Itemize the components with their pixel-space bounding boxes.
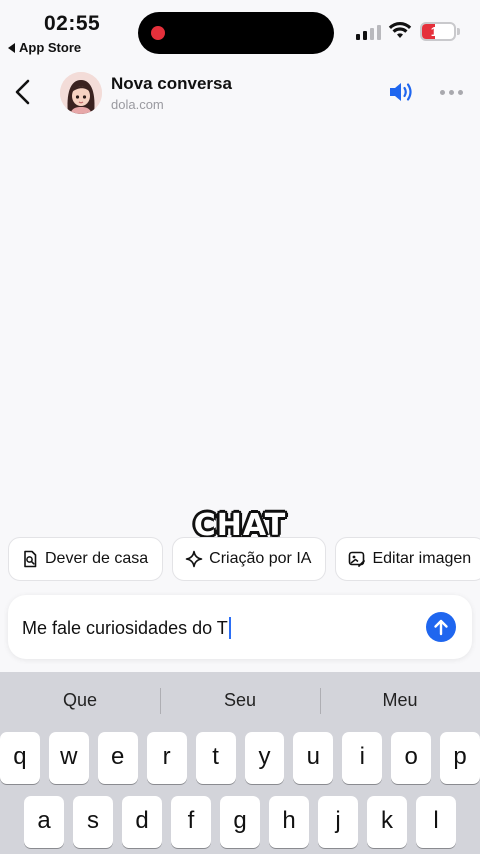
send-button[interactable] bbox=[426, 612, 456, 642]
image-edit-icon bbox=[349, 551, 366, 567]
chip-label: Editar imagen bbox=[372, 550, 472, 567]
chip-editar-imagem[interactable]: Editar imagen bbox=[335, 537, 480, 581]
key-i[interactable]: i bbox=[342, 732, 383, 784]
suggestion-1[interactable]: Que bbox=[0, 672, 160, 728]
message-input-value: Me fale curiosidades do T bbox=[22, 617, 228, 638]
key-a[interactable]: a bbox=[24, 796, 64, 848]
back-triangle-icon bbox=[8, 42, 15, 53]
more-options-icon[interactable] bbox=[440, 90, 463, 95]
assistant-avatar-icon bbox=[60, 72, 102, 114]
dynamic-island bbox=[138, 12, 334, 54]
suggestion-2[interactable]: Seu bbox=[160, 672, 320, 728]
status-bar: 02:55 App Store 17 bbox=[0, 0, 480, 62]
key-w[interactable]: w bbox=[48, 732, 89, 784]
key-y[interactable]: y bbox=[244, 732, 285, 784]
key-o[interactable]: o bbox=[391, 732, 432, 784]
speaker-icon[interactable] bbox=[388, 80, 416, 104]
status-time: 02:55 bbox=[44, 12, 101, 35]
key-r[interactable]: r bbox=[146, 732, 187, 784]
battery-tip bbox=[457, 28, 460, 35]
chip-criacao-por-ia[interactable]: Criação por IA bbox=[172, 537, 327, 581]
avatar[interactable] bbox=[60, 72, 102, 114]
wifi-icon bbox=[388, 22, 412, 38]
key-t[interactable]: t bbox=[195, 732, 236, 784]
sparkle-icon bbox=[185, 550, 203, 568]
back-to-app-link[interactable]: App Store bbox=[8, 40, 81, 55]
key-q[interactable]: q bbox=[0, 732, 40, 784]
conversation-title: Nova conversa bbox=[111, 74, 232, 93]
key-h[interactable]: h bbox=[269, 796, 309, 848]
chip-dever-de-casa[interactable]: Dever de casa bbox=[8, 537, 164, 581]
key-u[interactable]: u bbox=[293, 732, 334, 784]
back-chevron-icon[interactable] bbox=[10, 76, 38, 108]
text-caret bbox=[228, 617, 231, 639]
chip-label: Dever de casa bbox=[45, 550, 149, 567]
battery-percent: 17 bbox=[430, 24, 446, 39]
key-row-1: q w e r t y u i o p bbox=[0, 732, 480, 784]
homework-search-icon bbox=[24, 550, 37, 568]
back-app-label: App Store bbox=[19, 40, 82, 55]
recording-indicator-icon bbox=[151, 26, 165, 40]
key-s[interactable]: s bbox=[73, 796, 113, 848]
key-e[interactable]: e bbox=[97, 732, 138, 784]
key-p[interactable]: p bbox=[440, 732, 480, 784]
arrow-up-icon bbox=[434, 619, 448, 636]
key-f[interactable]: f bbox=[171, 796, 211, 848]
chip-label: Criação por IA bbox=[209, 550, 312, 567]
conversation-subtitle: dola.com bbox=[111, 97, 164, 112]
key-l[interactable]: l bbox=[416, 796, 456, 848]
key-d[interactable]: d bbox=[122, 796, 162, 848]
message-input[interactable]: Me fale curiosidades do T bbox=[8, 595, 472, 659]
chat-header: Nova conversa dola.com bbox=[0, 62, 480, 124]
key-g[interactable]: g bbox=[220, 796, 260, 848]
suggestion-3[interactable]: Meu bbox=[320, 672, 480, 728]
predictive-suggestions: Que Seu Meu bbox=[0, 672, 480, 728]
quick-actions-bar: Dever de casa Criação por IA Editar imag… bbox=[8, 537, 480, 581]
key-k[interactable]: k bbox=[367, 796, 407, 848]
keyboard: Que Seu Meu q w e r t y u i o p a s d f … bbox=[0, 672, 480, 854]
battery-icon: 17 bbox=[420, 22, 456, 41]
key-row-2: a s d f g h j k l bbox=[0, 796, 480, 848]
key-j[interactable]: j bbox=[318, 796, 358, 848]
cellular-signal-icon bbox=[356, 24, 381, 40]
